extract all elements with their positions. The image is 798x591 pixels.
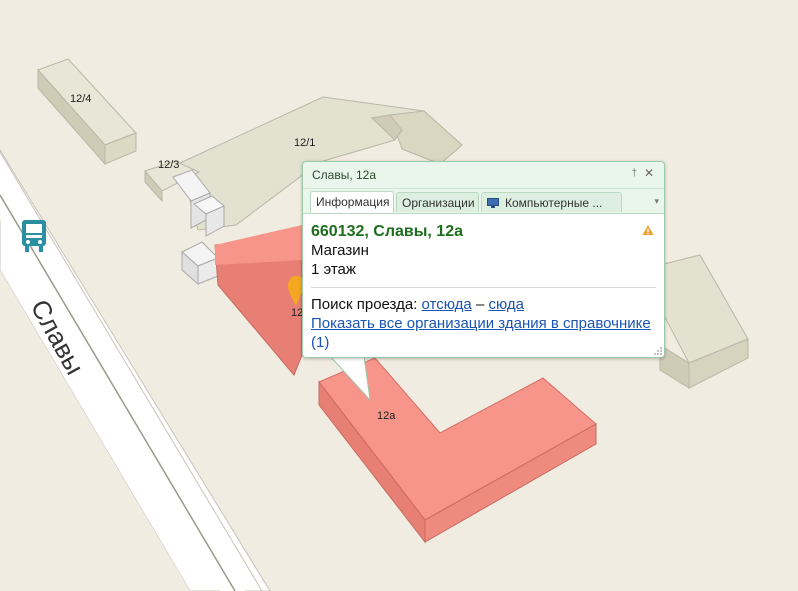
popup-titlebar[interactable]: Славы, 12а † ✕ [303,162,664,189]
route-label: Поиск проезда: [311,296,418,313]
tab-information[interactable]: Информация [310,191,394,213]
tab-label: Организации [402,196,475,210]
popup-tabs: Информация Организации Компьютерные ... … [303,189,664,214]
building-type: Магазин [311,242,369,259]
organizations-count: (1) [311,334,330,351]
tab-label: Компьютерные ... [505,196,603,210]
route-from-link[interactable]: отсюда [422,296,472,313]
pin-icon[interactable]: † [631,168,637,179]
tab-organizations[interactable]: Организации [396,192,479,212]
building-label-12-3: 12/3 [158,159,179,171]
route-to-link[interactable]: сюда [488,296,524,313]
monitor-icon [487,198,499,208]
resize-grip-icon[interactable] [654,347,662,355]
building-label-12a: 12а [377,410,396,422]
close-icon[interactable]: ✕ [644,166,654,180]
show-all-organizations-link[interactable]: Показать все организации здания в справо… [311,315,651,332]
show-all-row: Показать все организации здания в справо… [311,314,656,352]
route-search-row: Поиск проезда: отсюда – сюда [311,295,656,314]
tab-computer[interactable]: Компьютерные ... [481,192,622,212]
building-label-12-4: 12/4 [70,93,91,105]
divider [311,287,656,288]
popup-content: 660132, Славы, 12а Магазин 1 этаж Поиск … [303,214,664,352]
tab-label: Информация [316,195,390,209]
route-dash: – [475,296,485,313]
building-label-12-1: 12/1 [294,137,315,149]
floor-count: 1 этаж [311,261,356,278]
warning-icon[interactable] [642,224,654,236]
address-heading: 660132, Славы, 12а [311,223,463,240]
info-popup[interactable]: Славы, 12а † ✕ Информация Организации Ко… [302,161,665,358]
popup-title: Славы, 12а [312,168,377,182]
tabs-scroll-down-icon[interactable]: ▾ [654,196,659,207]
